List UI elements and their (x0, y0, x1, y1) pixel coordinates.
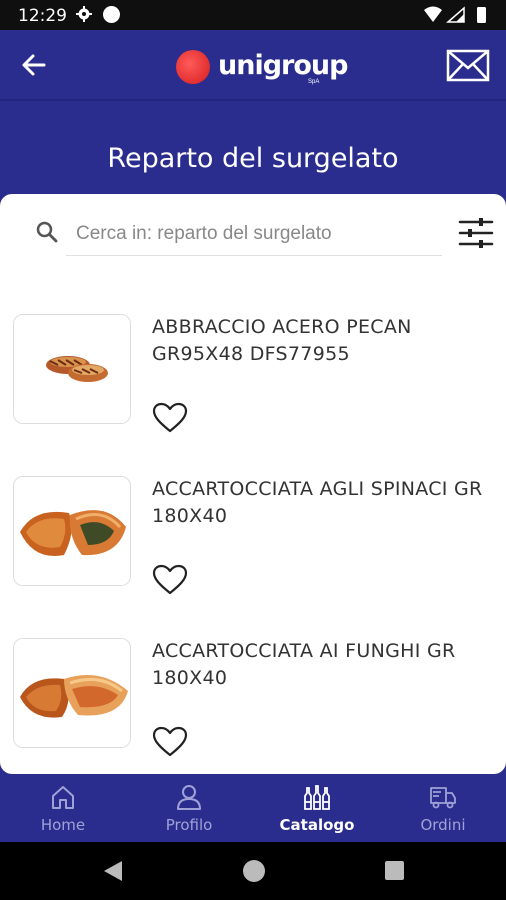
pastry-image (14, 315, 130, 423)
product-item[interactable]: ACCARTOCCIATA AI FUNGHI GR 180X40 (0, 638, 506, 774)
search-row (0, 194, 506, 274)
nav-label: Home (40, 816, 86, 834)
system-home-icon[interactable] (243, 860, 265, 882)
filter-sliders-icon[interactable] (458, 216, 494, 250)
wifi-icon (424, 6, 442, 22)
settings-gear-icon (76, 6, 92, 22)
nav-label: Catalogo (279, 816, 355, 834)
bottom-nav: Home Profilo Catalogo Ordini (0, 774, 506, 842)
system-back-icon[interactable] (103, 860, 123, 882)
home-icon (52, 786, 74, 809)
app-header: unigroup SpA (0, 30, 506, 100)
battery-icon (477, 7, 486, 23)
nav-item-ordini[interactable]: Ordini (380, 774, 506, 842)
nav-item-home[interactable]: Home (0, 774, 126, 842)
user-icon (177, 785, 201, 810)
pastry-image (14, 639, 130, 747)
logo-sub: SpA (308, 79, 320, 85)
product-name[interactable]: ACCARTOCCIATA AI FUNGHI GR 180X40 (152, 638, 492, 692)
product-item[interactable]: ACCARTOCCIATA AGLI SPINACI GR 180X40 (0, 476, 506, 638)
logo-circle-icon (176, 50, 210, 84)
system-recents-icon[interactable] (385, 861, 404, 880)
truck-icon (430, 787, 456, 809)
mail-icon[interactable] (446, 49, 490, 82)
page-title: Reparto del surgelato (107, 143, 399, 174)
notification-dot-icon (103, 6, 120, 23)
product-name[interactable]: ABBRACCIO ACERO PECAN GR95X48 DFS77955 (152, 314, 492, 368)
system-nav-bar (0, 842, 506, 900)
status-time: 12:29 (18, 6, 67, 26)
content-card: ABBRACCIO ACERO PECAN GR95X48 DFS77955 A… (0, 194, 506, 774)
product-item[interactable]: ABBRACCIO ACERO PECAN GR95X48 DFS77955 (0, 314, 506, 476)
header-divider (0, 99, 506, 101)
search-icon (36, 221, 58, 243)
product-image[interactable] (13, 314, 131, 424)
heart-icon[interactable] (152, 726, 188, 758)
product-name[interactable]: ACCARTOCCIATA AGLI SPINACI GR 180X40 (152, 476, 492, 530)
heart-icon[interactable] (152, 564, 188, 596)
nav-item-profilo[interactable]: Profilo (126, 774, 252, 842)
bottles-icon (304, 785, 330, 810)
search-input[interactable] (66, 212, 442, 256)
nav-label: Ordini (420, 816, 466, 834)
back-arrow-icon[interactable] (18, 50, 50, 80)
nav-label: Profilo (165, 816, 213, 834)
status-icons (424, 6, 486, 23)
product-image[interactable] (13, 476, 131, 586)
product-image[interactable] (13, 638, 131, 748)
nav-item-catalogo[interactable]: Catalogo (254, 774, 380, 842)
logo-text: unigroup (218, 50, 348, 81)
brand-logo: unigroup SpA (176, 47, 348, 87)
status-bar: 12:29 (0, 0, 506, 30)
heart-icon[interactable] (152, 402, 188, 434)
pastry-image (14, 477, 130, 585)
